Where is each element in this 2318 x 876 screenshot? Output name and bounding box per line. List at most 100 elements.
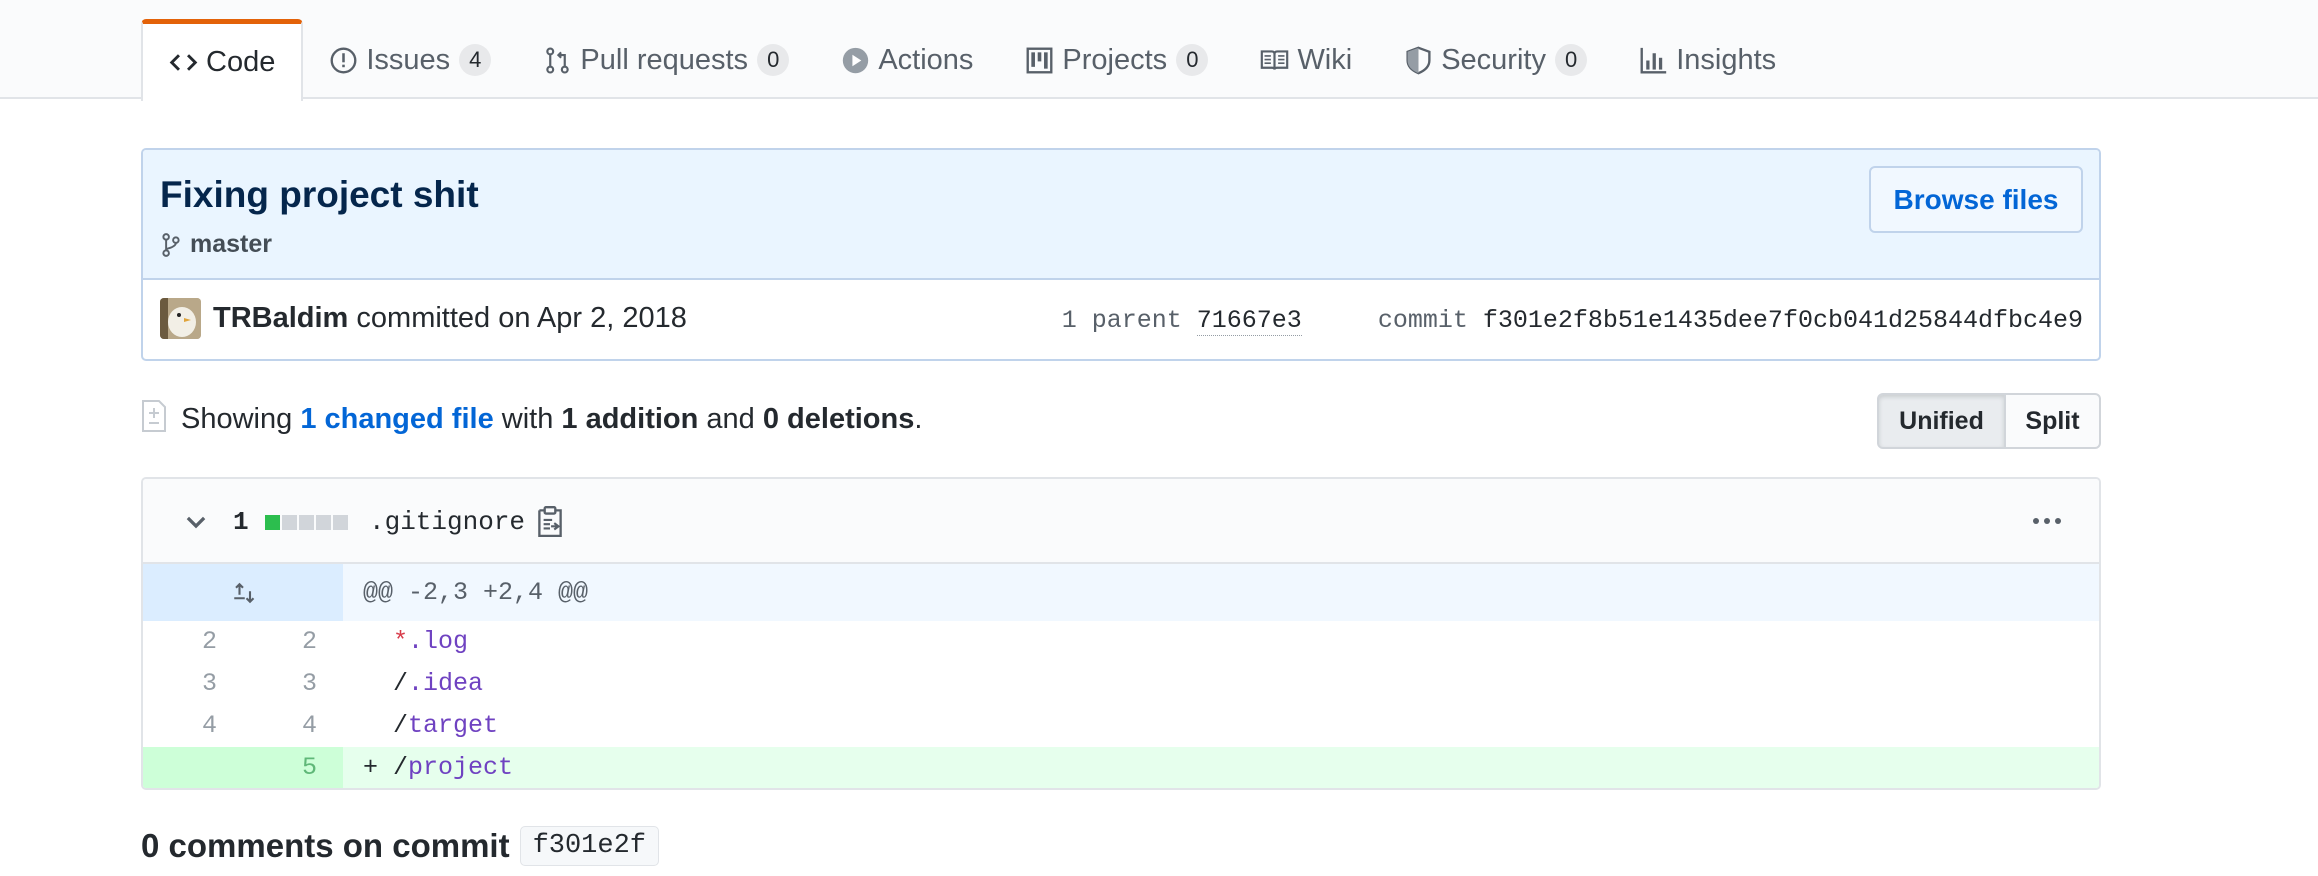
summary-and: and: [706, 403, 755, 435]
diffstat-block-neutral: [333, 515, 348, 530]
tab-security[interactable]: Security 0: [1378, 19, 1613, 101]
branch-name: master: [190, 230, 272, 258]
old-line-number[interactable]: 3: [143, 663, 243, 705]
play-icon: [841, 46, 870, 75]
code-token: target: [408, 711, 499, 740]
commit-title: Fixing project shit: [160, 174, 479, 215]
tab-wiki[interactable]: Wiki: [1234, 19, 1378, 101]
diff-summary: Showing 1 changed file with 1 addition a…: [141, 393, 2101, 449]
tab-label: Code: [206, 46, 276, 78]
summary-showing: Showing: [181, 403, 293, 435]
tab-code[interactable]: Code: [141, 19, 304, 101]
tab-insights[interactable]: Insights: [1613, 19, 1802, 101]
code-token: /: [393, 711, 409, 740]
file-change-count: 1: [233, 507, 249, 537]
summary-with: with: [501, 403, 554, 435]
additions-count: 1 addition: [561, 403, 699, 435]
hunk-row: @@ -2,3 +2,4 @@: [143, 564, 2099, 621]
tab-issues[interactable]: Issues 4: [303, 19, 517, 101]
commit-header: Fixing project shit master Browse files: [143, 150, 2099, 280]
summary-period: .: [914, 403, 923, 435]
repo-nav: Code Issues 4 Pull requests 0 Actions Pr…: [0, 0, 2318, 101]
code-token: project: [408, 753, 514, 782]
code-line: /target: [343, 705, 498, 747]
tab-label: Pull requests: [580, 43, 749, 76]
expand-hunk-button[interactable]: [143, 564, 343, 621]
old-line-number[interactable]: 2: [143, 621, 243, 663]
comments-heading: 0 comments on commit f301e2f: [141, 826, 659, 866]
new-line-number[interactable]: 4: [243, 705, 343, 747]
comments-count-text: 0 comments on commit: [141, 827, 510, 864]
code-line: /.idea: [343, 663, 483, 705]
tab-label: Issues: [366, 43, 451, 76]
chevron-down-icon[interactable]: [183, 509, 209, 535]
commit-label: commit: [1377, 306, 1468, 335]
changed-files-link[interactable]: 1 changed file: [300, 403, 493, 435]
graph-icon: [1639, 46, 1668, 75]
deletions-count: 0 deletions: [762, 403, 915, 435]
old-line-number[interactable]: 4: [143, 705, 243, 747]
code-token: .idea: [408, 669, 484, 698]
tab-counter: 0: [1554, 44, 1588, 76]
diff-line: 4 4 /target: [143, 705, 2099, 747]
old-line-number[interactable]: [143, 747, 243, 788]
code-token: .log: [408, 627, 469, 656]
tab-counter: 0: [757, 44, 790, 76]
new-line-number[interactable]: 2: [243, 621, 343, 663]
split-view-button[interactable]: Split: [2006, 393, 2101, 449]
tab-counter: 0: [1176, 44, 1209, 76]
diffstat-block-neutral: [282, 515, 297, 530]
code-token: /: [393, 753, 409, 782]
project-icon: [1025, 46, 1054, 75]
file-name-link[interactable]: .gitignore: [369, 507, 525, 537]
commit-sha-short: f301e2f: [519, 826, 659, 866]
unified-view-button[interactable]: Unified: [1877, 393, 2006, 449]
clipboard-icon[interactable]: [535, 504, 565, 538]
tab-label: Wiki: [1297, 43, 1353, 76]
diff-line-added: 5 + /project: [143, 747, 2099, 788]
diff-view-toggle: Unified Split: [1877, 393, 2101, 449]
new-line-number[interactable]: 5: [243, 747, 343, 788]
tab-label: Insights: [1676, 43, 1777, 76]
commit-box: Fixing project shit master Browse files …: [141, 148, 2101, 361]
commit-author-line: TRBaldim committed on Apr 2, 2018: [213, 302, 687, 335]
pull-request-icon: [543, 46, 572, 75]
avatar[interactable]: [160, 298, 201, 339]
parent-sha-link[interactable]: 71667e3: [1196, 306, 1302, 336]
new-line-number[interactable]: 3: [243, 663, 343, 705]
code-token: *: [393, 627, 409, 656]
shield-icon: [1404, 46, 1433, 75]
hunk-header: @@ -2,3 +2,4 @@: [363, 578, 589, 607]
committed-date: committed on Apr 2, 2018: [356, 302, 687, 334]
diff-summary-text: Showing 1 changed file with 1 addition a…: [181, 403, 922, 436]
issue-icon: [329, 46, 358, 75]
diffstat-block-neutral: [316, 515, 331, 530]
code-icon: [169, 48, 198, 77]
diff-file: 1 .gitignore @@ -2,3 +2,4 @@ 2 2 *.log 3…: [141, 477, 2101, 790]
diffstat-block-neutral: [299, 515, 314, 530]
branch-label[interactable]: master: [160, 230, 272, 259]
diff-table: @@ -2,3 +2,4 @@ 2 2 *.log 3 3 /.idea 4 4…: [143, 564, 2099, 788]
tab-label: Actions: [878, 43, 974, 76]
diff-line: 3 3 /.idea: [143, 663, 2099, 705]
diffstat-block-added: [265, 515, 280, 530]
tab-pull-requests[interactable]: Pull requests 0: [517, 19, 815, 101]
tab-counter: 4: [459, 44, 492, 76]
tab-label: Security: [1441, 43, 1546, 76]
code-token: /: [393, 669, 409, 698]
parent-label: 1 parent: [1061, 306, 1182, 335]
commit-sha: f301e2f8b51e1435dee7f0cb041d25844dfbc4e9: [1482, 306, 2083, 335]
line-prefix: +: [363, 753, 379, 782]
commit-shas: 1 parent 71667e3 commit f301e2f8b51e1435…: [1061, 306, 2083, 336]
code-line: + /project: [343, 747, 514, 788]
diffstat-bar: [265, 515, 350, 530]
kebab-horizontal-icon[interactable]: [2031, 509, 2063, 533]
line-prefix: [363, 669, 378, 698]
browse-files-button[interactable]: Browse files: [1869, 166, 2083, 233]
tab-projects[interactable]: Projects 0: [999, 19, 1234, 101]
author-name[interactable]: TRBaldim: [213, 302, 348, 334]
file-diff-icon: [142, 400, 166, 432]
commit-meta: TRBaldim committed on Apr 2, 2018 1 pare…: [143, 280, 2099, 359]
line-prefix: [363, 627, 378, 656]
tab-actions[interactable]: Actions: [815, 19, 999, 101]
